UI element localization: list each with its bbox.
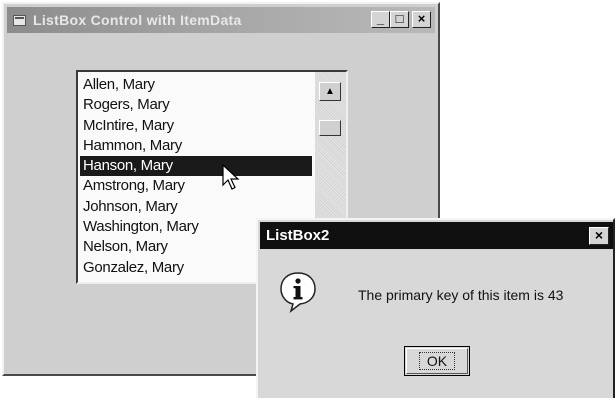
information-icon [280, 272, 316, 314]
dialog-message: The primary key of this item is 43 [358, 287, 564, 303]
scroll-thumb[interactable] [319, 120, 341, 136]
ok-button[interactable]: OK [404, 346, 470, 376]
list-item[interactable]: McIntire, Mary [80, 116, 312, 136]
ok-button-face: OK [406, 348, 468, 374]
list-item-selected[interactable]: Hanson, Mary [80, 156, 312, 177]
message-dialog: ListBox2 × The primary key of this item … [256, 218, 615, 398]
list-item[interactable]: Johnson, Mary [80, 197, 312, 217]
ok-button-label: OK [418, 352, 456, 370]
system-menu-icon[interactable] [13, 14, 26, 26]
main-window-title: ListBox Control with ItemData [33, 12, 242, 28]
main-title-bar[interactable]: ListBox Control with ItemData _ □ × [7, 7, 435, 33]
list-item[interactable]: Rogers, Mary [80, 95, 312, 115]
scroll-up-button[interactable]: ▲ [319, 82, 341, 101]
list-item[interactable]: Allen, Mary [80, 75, 312, 95]
maximize-button[interactable]: □ [390, 11, 409, 28]
close-button[interactable]: × [412, 11, 431, 28]
dialog-close-button[interactable]: × [589, 227, 609, 245]
dialog-title-bar[interactable]: ListBox2 × [260, 222, 613, 249]
list-item[interactable]: Hammon, Mary [80, 136, 312, 156]
caption-buttons: _ □ × [371, 11, 431, 28]
minimize-button[interactable]: _ [371, 11, 390, 28]
dialog-title: ListBox2 [266, 227, 330, 244]
list-item[interactable]: Amstrong, Mary [80, 176, 312, 196]
mouse-pointer-icon [222, 164, 240, 190]
